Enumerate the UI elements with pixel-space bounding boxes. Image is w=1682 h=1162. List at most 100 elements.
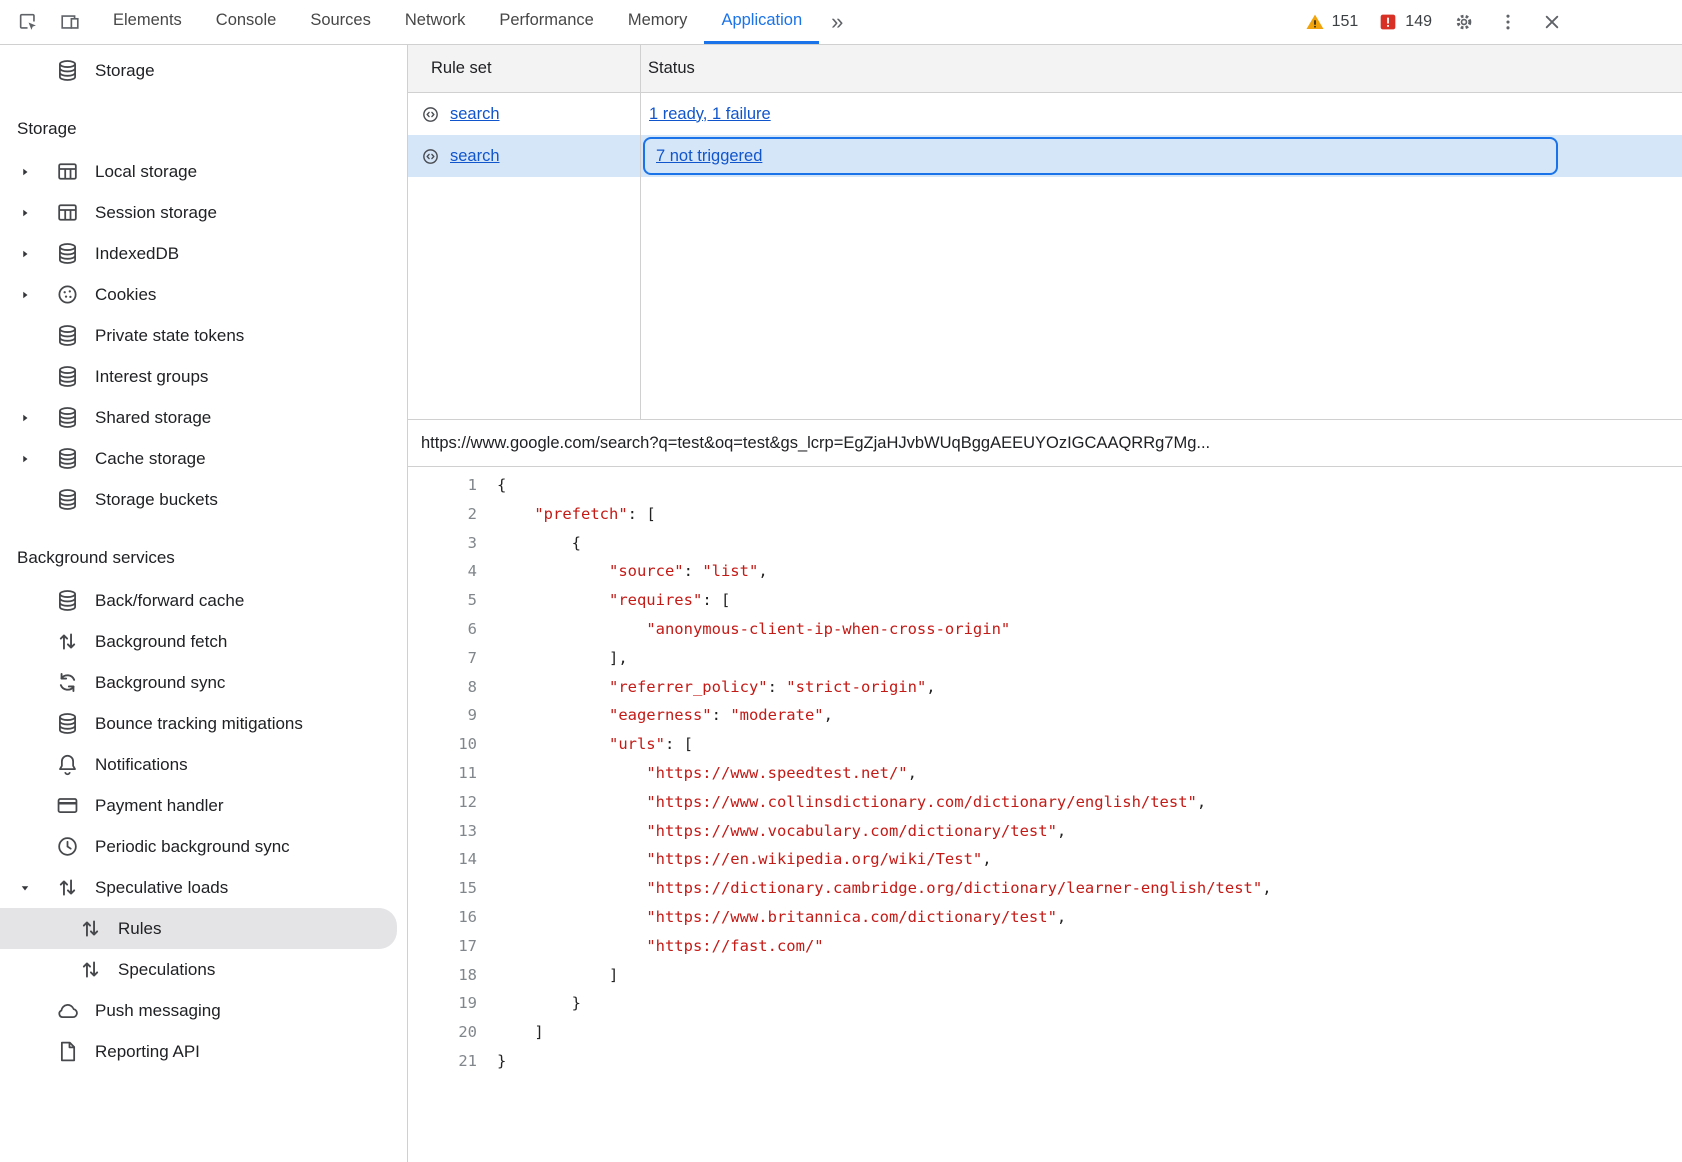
sidebar-item-label: Cookies [95,285,156,305]
card-icon [55,793,80,818]
rule-set-link[interactable]: search [450,105,500,124]
sidebar-item-reporting-api[interactable]: Reporting API [0,1031,407,1072]
database-icon [55,405,80,430]
sidebar-item-shared-storage[interactable]: Shared storage [0,397,407,438]
sidebar-item-payment-handler[interactable]: Payment handler [0,785,407,826]
tab-application[interactable]: Application [704,0,819,44]
table-row[interactable]: search 1 ready, 1 failure [408,93,1682,135]
errors-badge[interactable]: 149 [1372,12,1438,32]
line-number: 9 [408,701,480,730]
line-number: 16 [408,903,480,932]
tab-memory[interactable]: Memory [611,0,705,44]
sidebar-item-push-messaging[interactable]: Push messaging [0,990,407,1031]
code-line: 3 { [408,529,1682,558]
status-link[interactable]: 1 ready, 1 failure [649,105,771,124]
settings-gear-icon[interactable] [1446,4,1482,40]
sidebar-item-label: Back/forward cache [95,591,244,611]
code-line: 20 ] [408,1018,1682,1047]
code-line: 2 "prefetch": [ [408,500,1682,529]
code-line: 11 "https://www.speedtest.net/", [408,759,1682,788]
cookie-icon [55,282,80,307]
kebab-menu-icon[interactable] [1490,4,1526,40]
line-number: 20 [408,1018,480,1047]
sidebar-item-rules[interactable]: Rules [0,908,397,949]
sidebar-item-label: Private state tokens [95,326,244,346]
sidebar-item-interest-groups[interactable]: Interest groups [0,356,407,397]
database-icon [55,487,80,512]
code-text: "urls": [ [480,730,693,759]
code-text: ] [480,1018,544,1047]
code-line: 16 "https://www.britannica.com/dictionar… [408,903,1682,932]
sidebar-item-background-fetch[interactable]: Background fetch [0,621,407,662]
tab-network[interactable]: Network [388,0,483,44]
warning-count: 151 [1332,13,1359,31]
up-down-arrows-icon [55,875,80,900]
code-text: "https://www.collinsdictionary.com/dicti… [480,788,1206,817]
code-line: 17 "https://fast.com/" [408,932,1682,961]
table-row[interactable]: search 7 not triggered [408,135,1682,177]
sidebar-item-label: Interest groups [95,367,208,387]
sidebar-item-indexeddb[interactable]: IndexedDB [0,233,407,274]
triangle-right-icon[interactable] [16,248,55,260]
sidebar-item-notifications[interactable]: Notifications [0,744,407,785]
sidebar-item-speculative-loads[interactable]: Speculative loads [0,867,407,908]
sidebar-item-label: IndexedDB [95,244,179,264]
status-link[interactable]: 7 not triggered [656,147,762,166]
up-down-arrows-icon [55,629,80,654]
line-number: 6 [408,615,480,644]
sidebar-item-cache-storage[interactable]: Cache storage [0,438,407,479]
sidebar-item-local-storage[interactable]: Local storage [0,151,407,192]
more-tabs-button[interactable]: » [819,0,855,44]
database-icon [55,323,80,348]
sidebar-item-storage-buckets[interactable]: Storage buckets [0,479,407,520]
sync-icon [55,670,80,695]
triangle-right-icon[interactable] [16,412,55,424]
sidebar-item-periodic-background-sync[interactable]: Periodic background sync [0,826,407,867]
bell-icon [55,752,80,777]
triangle-right-icon[interactable] [16,453,55,465]
sidebar-item-session-storage[interactable]: Session storage [0,192,407,233]
document-icon [55,1039,80,1064]
code-text: "https://fast.com/" [480,932,824,961]
main-panel: Rule setStatus search1 ready, 1 failures… [408,45,1682,1162]
sidebar-item-label: Reporting API [95,1042,200,1062]
code-line: 9 "eagerness": "moderate", [408,701,1682,730]
sidebar-item-private-state-tokens[interactable]: Private state tokens [0,315,407,356]
code-line: 21} [408,1047,1682,1076]
close-icon[interactable] [1534,4,1570,40]
sidebar-item-bounce-tracking-mitigations[interactable]: Bounce tracking mitigations [0,703,407,744]
rule-set-link[interactable]: search [450,147,500,166]
code-text: "https://www.britannica.com/dictionary/t… [480,903,1066,932]
sidebar-item-label: Speculative loads [95,878,228,898]
tab-sources[interactable]: Sources [293,0,388,44]
sidebar-item-storage[interactable]: Storage [0,50,407,91]
triangle-down-icon[interactable] [16,882,55,894]
code-text: "https://en.wikipedia.org/wiki/Test", [480,845,992,874]
code-line: 12 "https://www.collinsdictionary.com/di… [408,788,1682,817]
sidebar-item-cookies[interactable]: Cookies [0,274,407,315]
code-text: "referrer_policy": "strict-origin", [480,673,936,702]
device-toolbar-icon[interactable] [52,4,88,40]
code-line: 13 "https://www.vocabulary.com/dictionar… [408,817,1682,846]
up-down-arrows-icon [78,957,103,982]
sidebar-item-background-sync[interactable]: Background sync [0,662,407,703]
inspect-element-icon[interactable] [10,4,46,40]
rule-set-url: https://www.google.com/search?q=test&oq=… [421,434,1210,453]
triangle-right-icon[interactable] [16,289,55,301]
code-text: "requires": [ [480,586,730,615]
column-divider [640,45,641,419]
sidebar-item-label: Payment handler [95,796,224,816]
tab-console[interactable]: Console [199,0,294,44]
database-icon [55,364,80,389]
code-text: ], [480,644,628,673]
tab-elements[interactable]: Elements [96,0,199,44]
warnings-badge[interactable]: 151 [1299,12,1365,32]
sidebar-item-back-forward-cache[interactable]: Back/forward cache [0,580,407,621]
tab-strip: ElementsConsoleSourcesNetworkPerformance… [96,0,819,44]
code-text: "source": "list", [480,557,768,586]
code-line: 19 } [408,989,1682,1018]
sidebar-item-speculations[interactable]: Speculations [0,949,407,990]
tab-performance[interactable]: Performance [482,0,610,44]
triangle-right-icon[interactable] [16,207,55,219]
triangle-right-icon[interactable] [16,166,55,178]
